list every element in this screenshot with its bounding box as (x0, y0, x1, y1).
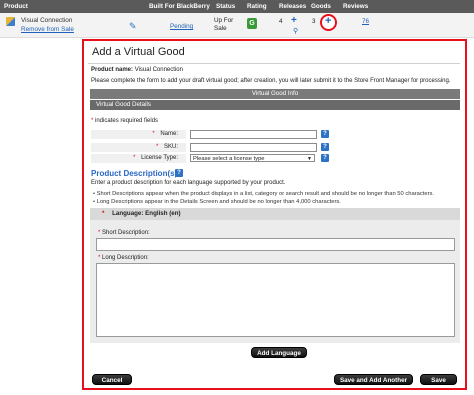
language-header: * Language: English (en) (90, 208, 460, 220)
releases-count: 4 (279, 18, 283, 25)
license-label-text: License Type: (141, 155, 178, 161)
required-asterisk: * (102, 210, 105, 217)
bullet-text: Long Descriptions appear in the Details … (96, 199, 341, 205)
col-reviews: Reviews (343, 3, 369, 10)
add-release-plus-icon[interactable]: + (291, 15, 297, 26)
product-name-label: Product name: (91, 67, 134, 73)
help-icon[interactable]: ? (321, 130, 329, 138)
col-goods: Goods (311, 3, 331, 10)
product-description-title: Product Description(s) (91, 169, 178, 178)
virtual-good-details-band: Virtual Good Details (90, 100, 460, 110)
help-icon[interactable]: ? (321, 154, 329, 162)
help-icon[interactable]: ? (175, 169, 183, 177)
product-icon (6, 17, 15, 26)
language-header-text: Language: English (en) (112, 210, 181, 217)
plus-icon: + (325, 15, 332, 27)
col-built-for: Built For BlackBerry (149, 3, 210, 10)
required-asterisk: * (133, 155, 136, 161)
long-description-note: • Long Descriptions appear in the Detail… (93, 199, 341, 205)
product-name-line: Product name: Visual Connection (91, 67, 183, 73)
required-note: * indicates required fields (91, 118, 158, 124)
status-pending-link[interactable]: Pending (170, 23, 193, 30)
short-description-label-text: Short Description: (102, 230, 150, 236)
bullet-text: Short Descriptions appear when the produ… (96, 191, 435, 197)
required-asterisk: * (98, 230, 101, 236)
long-description-label-text: Long Description: (102, 255, 149, 261)
license-label: * License Type: (91, 154, 186, 163)
goods-count: 3 (312, 18, 316, 25)
name-input[interactable] (190, 130, 317, 139)
required-asterisk: * (91, 118, 94, 124)
add-language-button[interactable]: Add Language (251, 347, 307, 358)
required-asterisk: * (155, 144, 159, 150)
sku-input[interactable] (190, 143, 317, 152)
cancel-button[interactable]: Cancel (92, 374, 132, 385)
products-table-header: Product Built For BlackBerry Status Rati… (0, 0, 474, 13)
short-description-note: • Short Descriptions appear when the pro… (93, 191, 435, 197)
name-label-text: Name: (160, 131, 178, 137)
product-description-subtitle: Enter a product description for each lan… (91, 180, 286, 186)
save-and-add-another-button[interactable]: Save and Add Another (334, 374, 413, 385)
help-icon[interactable]: ? (321, 143, 329, 151)
pencil-icon[interactable]: ✎ (129, 21, 137, 32)
required-note-text: indicates required fields (95, 118, 159, 124)
search-icon[interactable]: ⚲ (293, 27, 298, 35)
intro-text: Please complete the form to add your dra… (91, 78, 451, 84)
sku-label: * SKU: (91, 143, 186, 152)
short-description-input[interactable] (96, 238, 455, 251)
up-for-sale-text: Up For Sale (214, 17, 234, 32)
sku-label-text: SKU: (163, 144, 178, 150)
rating-badge: G (247, 18, 257, 29)
save-button[interactable]: Save (420, 374, 457, 385)
required-asterisk: * (152, 131, 155, 137)
add-virtual-good-dialog: Add a Virtual Good Product name: Visual … (88, 42, 462, 387)
reviews-link[interactable]: 76 (362, 18, 369, 25)
divider (88, 63, 460, 64)
details-label: Virtual Good Details (96, 101, 151, 108)
col-product: Product (4, 3, 28, 10)
long-description-textarea[interactable] (96, 263, 455, 337)
col-releases: Releases (279, 3, 307, 10)
name-label: * Name: (91, 130, 186, 139)
virtual-good-info-band: Virtual Good Info (90, 89, 460, 99)
product-name: Visual Connection (21, 17, 73, 24)
dialog-title: Add a Virtual Good (92, 46, 185, 58)
chevron-down-icon: ▼ (307, 156, 312, 162)
language-section: * Language: English (en) * Short Descrip… (90, 208, 460, 343)
add-virtual-good-button[interactable]: + (320, 14, 337, 31)
license-type-select[interactable]: Please select a license type ▼ (190, 154, 315, 162)
short-description-label: * Short Description: (98, 230, 150, 236)
required-asterisk: * (98, 255, 101, 261)
license-selected-value: Please select a license type (193, 156, 265, 162)
col-status: Status (216, 3, 236, 10)
product-name-value: Visual Connection (134, 67, 183, 73)
table-row: Visual Connection Remove from Sale ✎ Pen… (0, 13, 474, 38)
remove-from-sale-link[interactable]: Remove from Sale (21, 26, 74, 33)
long-description-label: * Long Description: (98, 255, 149, 261)
col-rating: Rating (247, 3, 267, 10)
